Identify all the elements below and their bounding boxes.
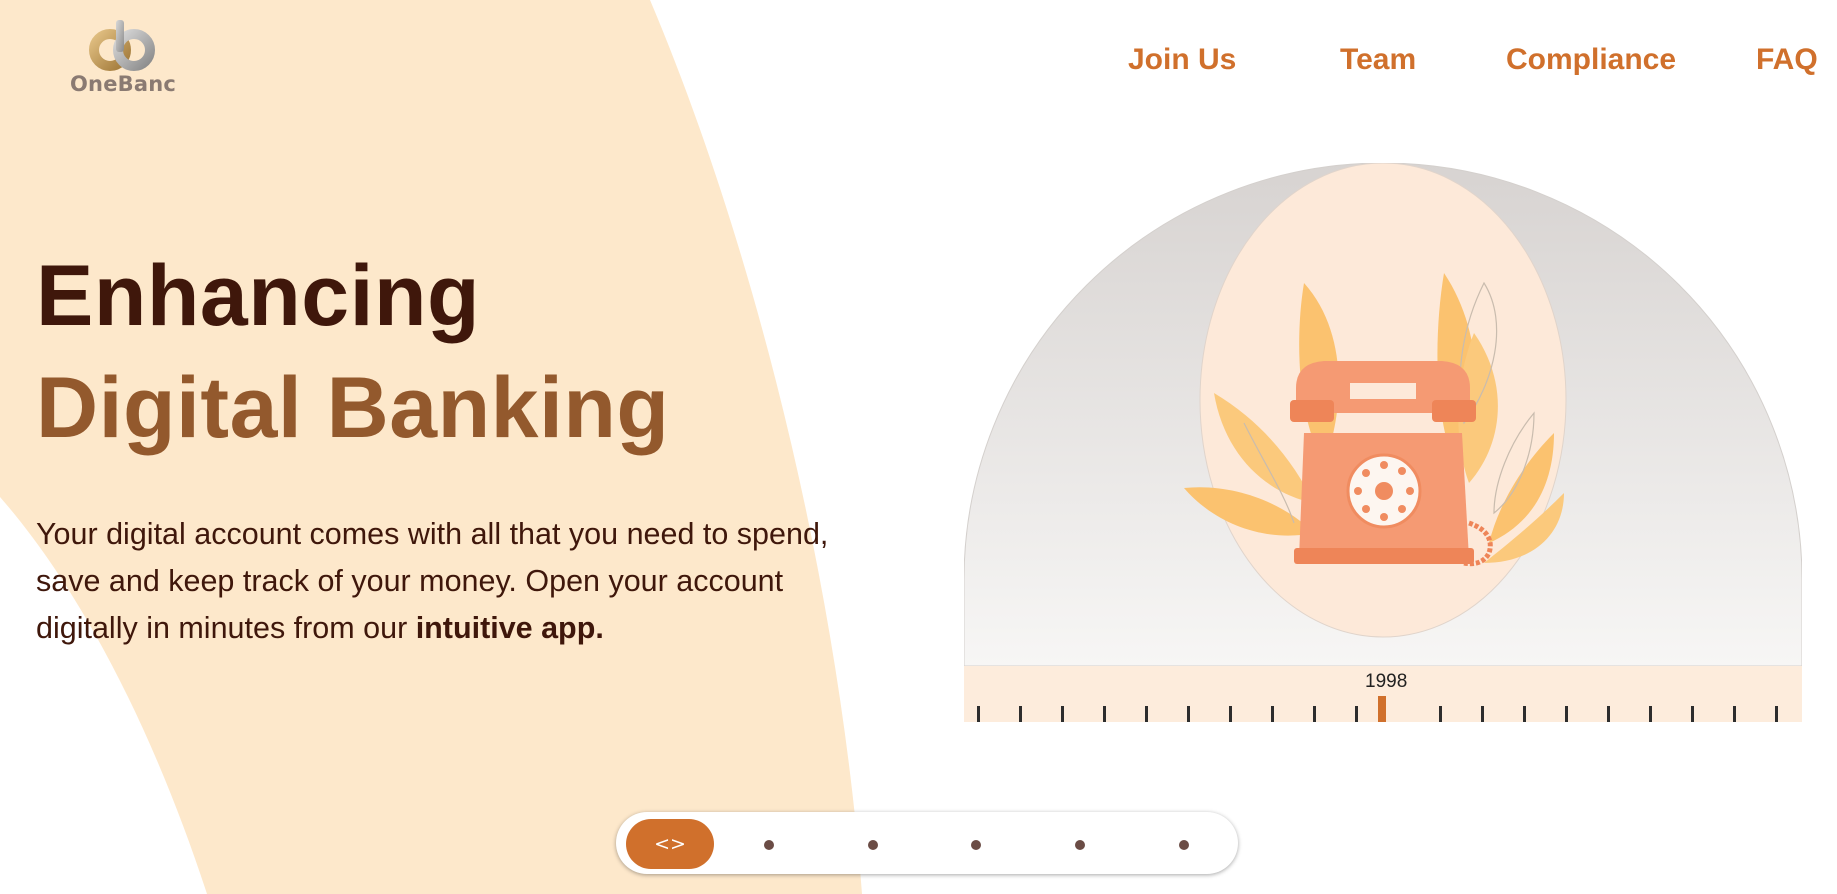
rotary-telephone-illustration: [1184, 273, 1564, 567]
hero-title-line1: Enhancing: [36, 248, 481, 344]
ruler-tick: [1607, 706, 1610, 722]
current-year-marker[interactable]: [1378, 696, 1386, 722]
ruler-tick: [977, 706, 980, 722]
top-nav: Join Us Team Compliance FAQ: [0, 43, 1837, 83]
ruler-tick: [1439, 706, 1442, 722]
ruler-tick: [1019, 706, 1022, 722]
ruler-tick: [1355, 706, 1358, 722]
ruler-tick: [1565, 706, 1568, 722]
pager-dot-1[interactable]: [764, 840, 774, 850]
ruler-tick: [1271, 706, 1274, 722]
nav-faq[interactable]: FAQ: [1756, 43, 1818, 77]
ruler-tick: [1313, 706, 1316, 722]
ruler-tick: [1229, 706, 1232, 722]
hero-heading: Enhancing Digital Banking: [36, 240, 669, 464]
carousel-pager: <>: [616, 812, 1238, 874]
timeline-visual: 1998: [964, 163, 1802, 723]
ruler-tick: [1061, 706, 1064, 722]
pager-dot-3[interactable]: [971, 840, 981, 850]
ruler-tick: [1649, 706, 1652, 722]
ruler-tick: [1523, 706, 1526, 722]
ruler-tick: [1103, 706, 1106, 722]
ruler-tick: [1481, 706, 1484, 722]
ruler-tick: [1145, 706, 1148, 722]
nav-team[interactable]: Team: [1340, 43, 1416, 77]
pager-dot-5[interactable]: [1179, 840, 1189, 850]
pager-dot-4[interactable]: [1075, 840, 1085, 850]
ruler-tick: [1775, 706, 1778, 722]
nav-compliance[interactable]: Compliance: [1506, 43, 1676, 77]
hero-title-line2: Digital Banking: [36, 360, 670, 456]
pager-dot-2[interactable]: [868, 840, 878, 850]
code-arrows-icon[interactable]: <>: [626, 819, 714, 869]
ruler-tick: [1691, 706, 1694, 722]
hero-description-bold: intuitive app.: [415, 611, 604, 645]
hero-description: Your digital account comes with all that…: [36, 511, 876, 652]
ruler-tick: [1187, 706, 1190, 722]
nav-join-us[interactable]: Join Us: [1128, 43, 1236, 77]
current-year-label: 1998: [1365, 671, 1408, 692]
ruler-tick: [1733, 706, 1736, 722]
